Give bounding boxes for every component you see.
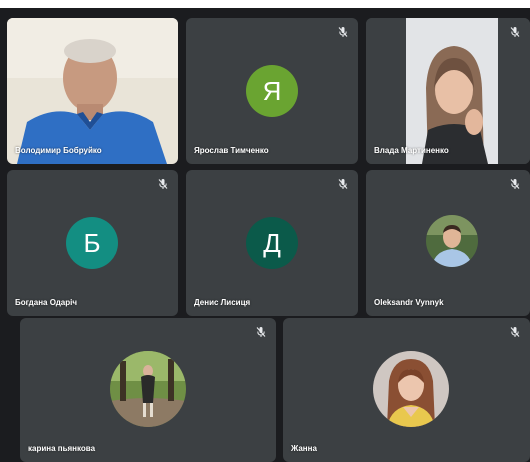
- participant-avatar: Д: [246, 217, 298, 269]
- participant-avatar: Б: [66, 217, 118, 269]
- avatar-initial: Б: [83, 227, 101, 258]
- participant-name: Денис Лисиця: [194, 298, 251, 307]
- participant-video: [366, 18, 530, 164]
- mic-off-icon: [256, 327, 266, 337]
- mic-off-icon: [510, 179, 520, 189]
- mic-off-icon: [158, 179, 168, 189]
- participant-name: Ярослав Тимченко: [194, 146, 269, 155]
- participant-name: Oleksandr Vynnyk: [374, 298, 444, 307]
- mic-off-icon: [338, 27, 348, 37]
- participant-video: [7, 18, 178, 164]
- participant-tile-vlada[interactable]: Влада Мартиненко: [366, 18, 530, 164]
- mic-off-icon: [510, 327, 520, 337]
- participant-name: Богдана Одаріч: [15, 298, 77, 307]
- participant-tile-bohdana[interactable]: Б Богдана Одаріч: [7, 170, 178, 316]
- participant-tile-denys[interactable]: Д Денис Лисиця: [186, 170, 358, 316]
- participant-name: Володимир Бобруйко: [15, 146, 102, 155]
- participant-name: Влада Мартиненко: [374, 146, 449, 155]
- participant-avatar: [373, 351, 449, 427]
- participant-avatar: [110, 351, 186, 427]
- avatar-photo-image: [110, 351, 186, 427]
- participant-tile-oleksandr[interactable]: Oleksandr Vynnyk: [366, 170, 530, 316]
- participant-name: карина пьянкова: [28, 444, 96, 453]
- avatar-initial: Я: [262, 75, 282, 106]
- participant-tile-zhanna[interactable]: Жанна: [283, 318, 530, 462]
- avatar-photo-image: [373, 351, 449, 427]
- participant-avatar: [426, 215, 478, 267]
- participant-name: Жанна: [291, 444, 317, 453]
- meeting-grid: Володимир Бобруйко Я Ярослав Тимченко Вл…: [0, 8, 530, 462]
- avatar-initial: Д: [263, 227, 281, 258]
- participant-avatar: Я: [246, 65, 298, 117]
- participant-tile-karyna[interactable]: карина пьянкова: [20, 318, 276, 462]
- mic-off-icon: [338, 179, 348, 189]
- participant-tile-volodymyr[interactable]: Володимир Бобруйко: [7, 18, 178, 164]
- avatar-photo-image: [426, 215, 478, 267]
- mic-off-icon: [510, 27, 520, 37]
- participant-tile-yaroslav[interactable]: Я Ярослав Тимченко: [186, 18, 358, 164]
